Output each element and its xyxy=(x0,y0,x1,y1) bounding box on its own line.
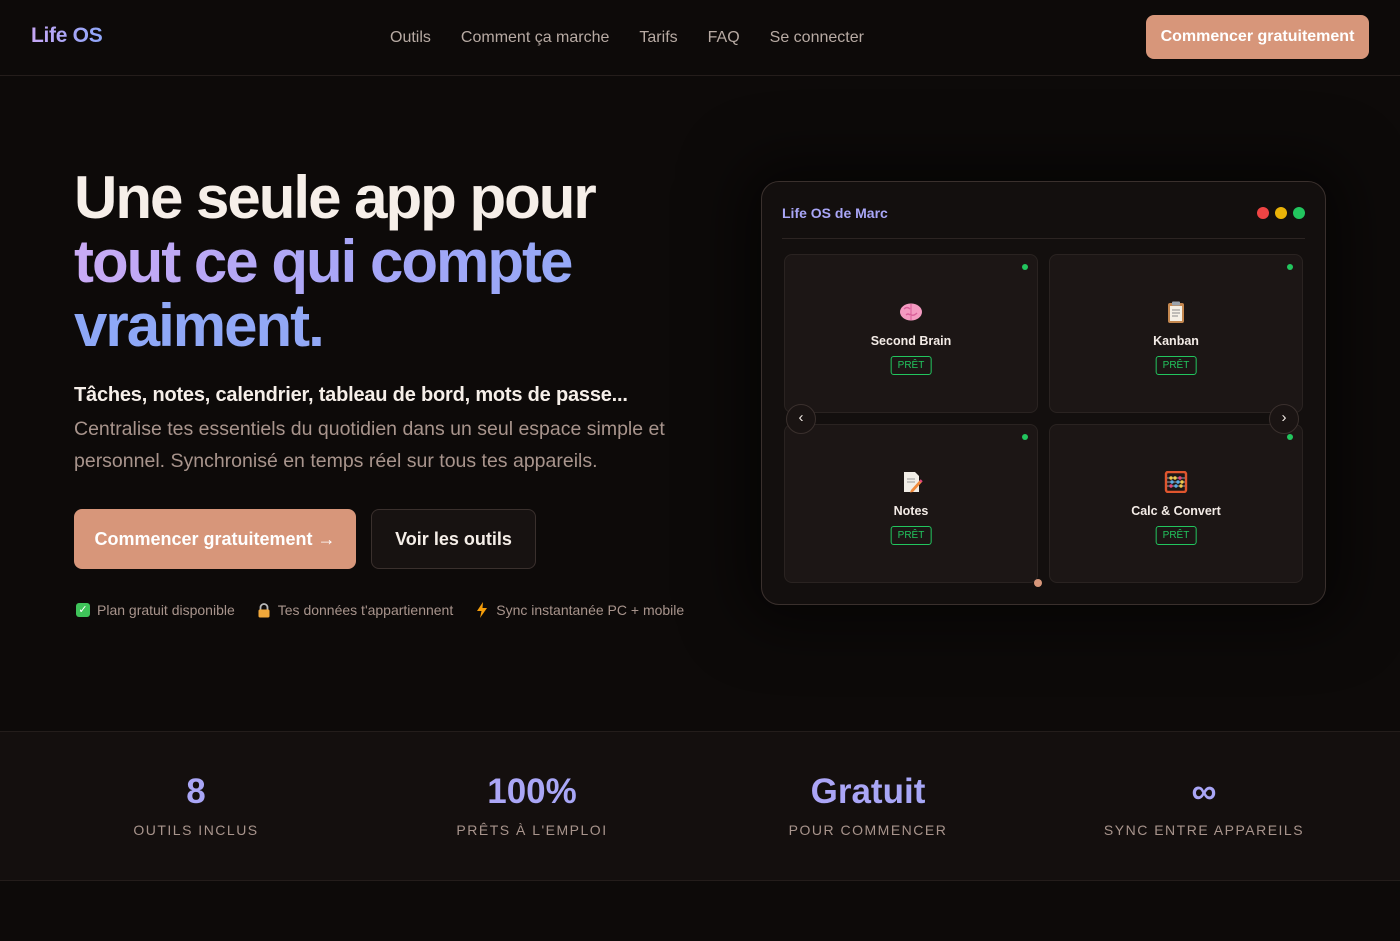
nav-link-se-connecter[interactable]: Se connecter xyxy=(770,29,864,47)
stat-value: Gratuit xyxy=(700,772,1036,812)
feature-label: Sync instantanée PC + mobile xyxy=(496,602,685,618)
tile-name: Second Brain xyxy=(870,334,952,348)
lock-icon xyxy=(258,602,270,617)
nav-links: Outils Comment ça marche Tarifs FAQ Se c… xyxy=(390,29,864,47)
hero-title: Une seule app pour tout ce qui compte vr… xyxy=(74,164,597,358)
red-dot-icon xyxy=(1257,207,1269,219)
feature-item: ✓ Plan gratuit disponible xyxy=(76,602,235,618)
feature-label: Tes données t'appartiennent xyxy=(277,602,454,618)
nav-link-tarifs[interactable]: Tarifs xyxy=(639,29,677,47)
feature-item: Tes données t'appartiennent xyxy=(257,602,453,618)
nav-link-faq[interactable]: FAQ xyxy=(708,29,740,47)
lightning-icon xyxy=(477,602,488,618)
tile-name: Kanban xyxy=(1153,334,1199,348)
nav-link-comment-ca-marche[interactable]: Comment ça marche xyxy=(461,29,610,47)
tile-name: Calc & Convert xyxy=(1131,504,1221,518)
hero-title-line-3: vraiment. xyxy=(74,294,595,358)
status-dot-icon xyxy=(1022,264,1028,270)
ready-badge: PRÊT xyxy=(1155,356,1197,375)
mockup-divider xyxy=(782,238,1305,239)
tool-tile-second-brain[interactable]: Second Brain PRÊT xyxy=(784,254,1038,413)
stat-label: PRÊTS À L'EMPLOI xyxy=(456,822,608,838)
stat-value: 8 xyxy=(28,772,364,812)
carousel-indicator xyxy=(1034,579,1042,587)
stats-bar: 8 OUTILS INCLUS 100% PRÊTS À L'EMPLOI Gr… xyxy=(0,731,1400,881)
clipboard-icon xyxy=(1168,301,1184,323)
stat-value: ∞ xyxy=(1036,772,1372,812)
feature-item: Sync instantanée PC + mobile xyxy=(475,602,684,618)
feature-label: Plan gratuit disponible xyxy=(97,602,235,618)
ready-badge: PRÊT xyxy=(890,526,932,545)
tool-tile-kanban[interactable]: Kanban PRÊT xyxy=(1049,254,1303,413)
feature-list: ✓ Plan gratuit disponible Tes données t'… xyxy=(76,602,684,618)
memo-icon xyxy=(904,472,923,493)
abacus-icon xyxy=(1164,471,1188,493)
tool-tile-calc-convert[interactable]: Calc & Convert PRÊT xyxy=(1049,424,1303,583)
yellow-dot-icon xyxy=(1275,207,1287,219)
brain-icon xyxy=(900,303,922,321)
top-navbar: Life OS Outils Comment ça marche Tarifs … xyxy=(0,0,1400,76)
carousel-prev-button[interactable]: ‹ xyxy=(786,404,816,434)
ready-badge: PRÊT xyxy=(1155,526,1197,545)
stat-label: SYNC ENTRE APPAREILS xyxy=(1103,822,1305,838)
hero-subtitle: Tâches, notes, calendrier, tableau de bo… xyxy=(74,384,628,406)
mockup-title: Life OS de Marc xyxy=(782,205,888,221)
view-tools-button[interactable]: Voir les outils xyxy=(371,509,536,569)
green-dot-icon xyxy=(1293,207,1305,219)
check-icon: ✓ xyxy=(76,603,90,617)
stat-value: 100% xyxy=(364,772,700,812)
hero-description: Centralise tes essentiels du quotidien d… xyxy=(74,418,665,472)
window-controls xyxy=(1257,207,1305,219)
logo[interactable]: Life OS xyxy=(31,24,103,48)
tool-tile-notes[interactable]: Notes PRÊT xyxy=(784,424,1038,583)
nav-link-outils[interactable]: Outils xyxy=(390,29,431,47)
status-dot-icon xyxy=(1287,264,1293,270)
start-free-button[interactable]: Commencer gratuitement → xyxy=(74,509,356,569)
stat-label: OUTILS INCLUS xyxy=(133,822,259,838)
ready-badge: PRÊT xyxy=(890,356,932,375)
status-dot-icon xyxy=(1287,434,1293,440)
hero-title-line-1: Une seule app pour xyxy=(74,164,597,231)
stat-label: POUR COMMENCER xyxy=(788,822,948,838)
hero-title-line-2: tout ce qui compte xyxy=(74,230,595,294)
carousel-next-button[interactable]: › xyxy=(1269,404,1299,434)
nav-cta-button[interactable]: Commencer gratuitement xyxy=(1146,15,1369,59)
status-dot-icon xyxy=(1022,434,1028,440)
app-preview-mockup: Life OS de Marc Second Brain PRÊT Kanban… xyxy=(761,181,1326,605)
tile-name: Notes xyxy=(893,504,929,518)
